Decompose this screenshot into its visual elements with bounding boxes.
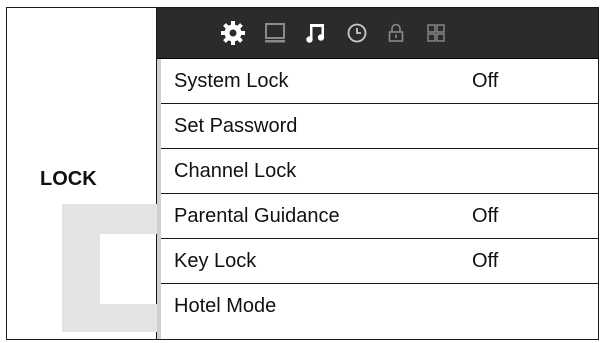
menu-item-label: Key Lock (174, 249, 257, 272)
menu-list: System Lock Off Set Password Channel Loc… (157, 59, 598, 339)
menu-item-label: Hotel Mode (174, 295, 277, 317)
menu-item-label: Set Password (174, 114, 298, 137)
icon-bar (157, 8, 598, 59)
menu-item-system-lock[interactable]: System Lock Off (161, 59, 598, 104)
menu-item-label: Channel Lock (174, 159, 297, 182)
menu-item-parental-guidance[interactable]: Parental Guidance Off (161, 194, 598, 239)
section-panel: LOCK (7, 8, 157, 339)
menu-area: System Lock Off Set Password Channel Loc… (157, 8, 598, 339)
menu-item-value: Off (472, 204, 499, 227)
menu-item-value: Off (472, 69, 499, 92)
monitor-icon[interactable] (262, 20, 288, 46)
menu-item-label: System Lock (174, 69, 289, 92)
grid-apps-icon[interactable] (423, 20, 449, 46)
menu-item-key-lock[interactable]: Key Lock Off (161, 239, 598, 284)
menu-item-channel-lock[interactable]: Channel Lock (161, 149, 598, 194)
watermark-graphic (62, 204, 157, 332)
menu-item-hotel-mode[interactable]: Hotel Mode (161, 284, 598, 329)
menu-item-set-password[interactable]: Set Password (161, 104, 598, 149)
music-note-icon[interactable] (303, 20, 329, 46)
gear-icon[interactable] (220, 20, 246, 46)
clock-icon[interactable] (344, 20, 370, 46)
menu-item-label: Parental Guidance (174, 204, 340, 227)
menu-item-value: Off (472, 249, 499, 272)
osd-menu-frame: LOCK System Lock Off Set Password Channe… (6, 7, 599, 340)
lock-icon[interactable] (383, 20, 409, 46)
section-title: LOCK (40, 168, 97, 190)
